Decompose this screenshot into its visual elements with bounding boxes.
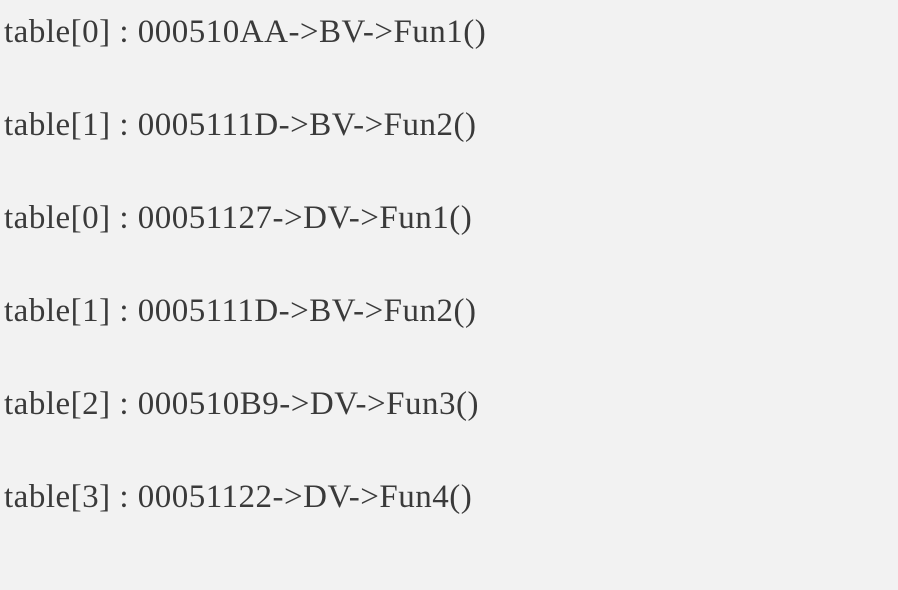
vtable-entry-line: table[3] : 00051122->DV->Fun4() <box>4 481 894 514</box>
vtable-entry-line: table[1] : 0005111D->BV->Fun2() <box>4 109 894 142</box>
vtable-entry-line: table[0] : 00051127->DV->Fun1() <box>4 202 894 235</box>
vtable-entry-line: table[2] : 000510B9->DV->Fun3() <box>4 388 894 421</box>
vtable-entry-line: table[0] : 000510AA->BV->Fun1() <box>4 16 894 49</box>
vtable-entry-line: table[1] : 0005111D->BV->Fun2() <box>4 295 894 328</box>
